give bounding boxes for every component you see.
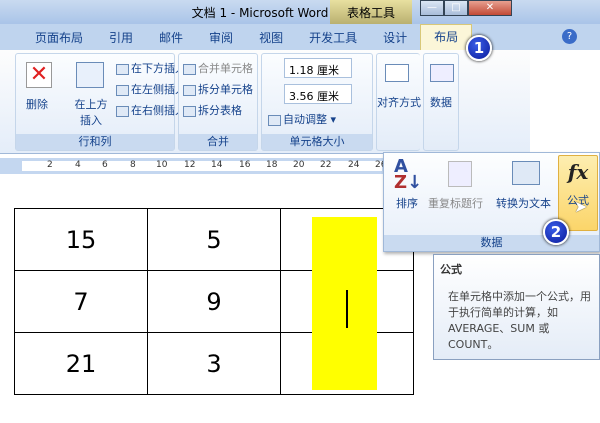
tooltip-title: 公式 (440, 263, 462, 276)
merge-cells-button[interactable]: 合并单元格 (183, 60, 253, 76)
merge-cells-label: 合并单元格 (198, 62, 253, 75)
insert-right-icon (116, 105, 129, 117)
insert-left-icon (116, 84, 129, 96)
table-cell[interactable]: 21 (14, 332, 148, 395)
insert-above-icon (76, 62, 104, 88)
ruler-tick: 18 (266, 160, 278, 170)
delete-button[interactable]: 删除 (26, 96, 48, 112)
split-cells-button[interactable]: 拆分单元格 (183, 81, 253, 97)
split-table-label: 拆分表格 (198, 104, 242, 117)
insert-below-button[interactable]: 在下方插入 (116, 60, 186, 76)
tab-layout[interactable]: 布局 (420, 24, 473, 50)
tooltip-body: 在单元格中添加一个公式，用于执行简单的计算，如 AVERAGE、SUM 或 CO… (448, 290, 591, 351)
fx-icon: fx (567, 160, 589, 184)
minimize-button[interactable]: — (420, 0, 444, 16)
group-label: 行和列 (16, 134, 174, 150)
group-rows-cols: ✕ 删除 在上方插入 在下方插入 在左侧插入 在右侧插入 行和列 (15, 53, 186, 151)
insert-left-button[interactable]: 在左侧插入 (116, 81, 186, 97)
sort-icon: A Z↓ (394, 156, 423, 193)
ruler-tick: 24 (348, 160, 360, 170)
formula-button[interactable]: fx 公式 (558, 155, 598, 231)
ribbon: ✕ 删除 在上方插入 在下方插入 在左侧插入 在右侧插入 行和列 合并单元格 拆… (0, 50, 530, 154)
align-icon (385, 64, 409, 82)
group-label: 合并 (179, 134, 257, 150)
split-cells-icon (183, 84, 196, 96)
tab-mailings[interactable]: 邮件 (146, 29, 196, 46)
delete-icon: ✕ (26, 62, 52, 88)
group-label: 单元格大小 (262, 134, 372, 150)
data-icon (430, 64, 454, 82)
step-badge-2: 2 (543, 219, 569, 245)
table-cell[interactable]: 7 (14, 270, 148, 333)
mouse-cursor-icon: ➤ (574, 197, 588, 216)
convert-to-text-button[interactable]: 转换为文本 (496, 195, 551, 211)
align-label: 对齐方式 (377, 96, 421, 109)
ribbon-tabs: 页面布局 引用 邮件 审阅 视图 开发工具 设计 布局 (0, 24, 600, 50)
tab-view[interactable]: 视图 (246, 29, 296, 46)
step-badge-1: 1 (466, 35, 492, 61)
ruler-tick: 8 (130, 160, 136, 170)
ruler-tick: 12 (184, 160, 196, 170)
cell-width-input[interactable]: 3.56 厘米 (284, 84, 352, 104)
insert-above-button[interactable]: 在上方插入 (71, 96, 111, 128)
cell-height-input[interactable]: 1.18 厘米 (284, 58, 352, 78)
window-controls: — □ ✕ (420, 0, 512, 16)
repeat-header-button[interactable]: 重复标题行 (428, 195, 483, 211)
tab-page-layout[interactable]: 页面布局 (22, 29, 96, 46)
ruler-tick: 2 (47, 160, 53, 170)
tab-review[interactable]: 审阅 (196, 29, 246, 46)
align-button[interactable]: 对齐方式 (376, 53, 421, 151)
ruler-tick: 4 (75, 160, 81, 170)
table-cell[interactable]: 3 (147, 332, 281, 395)
tab-references[interactable]: 引用 (96, 29, 146, 46)
sort-button[interactable]: 排序 (396, 195, 418, 211)
data-label: 数据 (430, 96, 452, 109)
text-cursor (346, 290, 348, 328)
highlight-box (312, 217, 377, 390)
repeat-header-icon (448, 161, 472, 187)
split-cells-label: 拆分单元格 (198, 83, 253, 96)
ruler-tick: 6 (102, 160, 108, 170)
ruler-tick: 16 (239, 160, 251, 170)
table-tools-context-label: 表格工具 (330, 0, 412, 24)
autofit-icon (268, 114, 281, 126)
autofit-label: 自动调整 (283, 113, 327, 126)
insert-below-icon (116, 63, 129, 75)
close-button[interactable]: ✕ (468, 0, 512, 16)
table-cell[interactable]: 5 (147, 208, 281, 271)
convert-to-text-icon (512, 161, 540, 185)
tab-design[interactable]: 设计 (370, 29, 420, 46)
data-button[interactable]: 数据 (423, 53, 459, 151)
help-icon[interactable]: ? (562, 29, 577, 44)
table-cell[interactable]: 15 (14, 208, 148, 271)
ruler-tick: 14 (211, 160, 223, 170)
ruler-tick: 22 (320, 160, 332, 170)
ruler-tick: 10 (156, 160, 168, 170)
group-merge: 合并单元格 拆分单元格 拆分表格 合并 (178, 53, 258, 151)
insert-right-button[interactable]: 在右侧插入 (116, 102, 186, 118)
table-cell[interactable]: 9 (147, 270, 281, 333)
split-table-button[interactable]: 拆分表格 (183, 102, 242, 118)
merge-cells-icon (183, 63, 196, 75)
group-cell-size: 1.18 厘米 3.56 厘米 自动调整 ▾ 单元格大小 (261, 53, 373, 151)
ruler-tick: 20 (293, 160, 305, 170)
tab-developer[interactable]: 开发工具 (296, 29, 370, 46)
autofit-button[interactable]: 自动调整 ▾ (268, 111, 336, 127)
maximize-button[interactable]: □ (444, 0, 468, 16)
split-table-icon (183, 105, 196, 117)
formula-tooltip: 公式 在单元格中添加一个公式，用于执行简单的计算，如 AVERAGE、SUM 或… (433, 254, 600, 360)
